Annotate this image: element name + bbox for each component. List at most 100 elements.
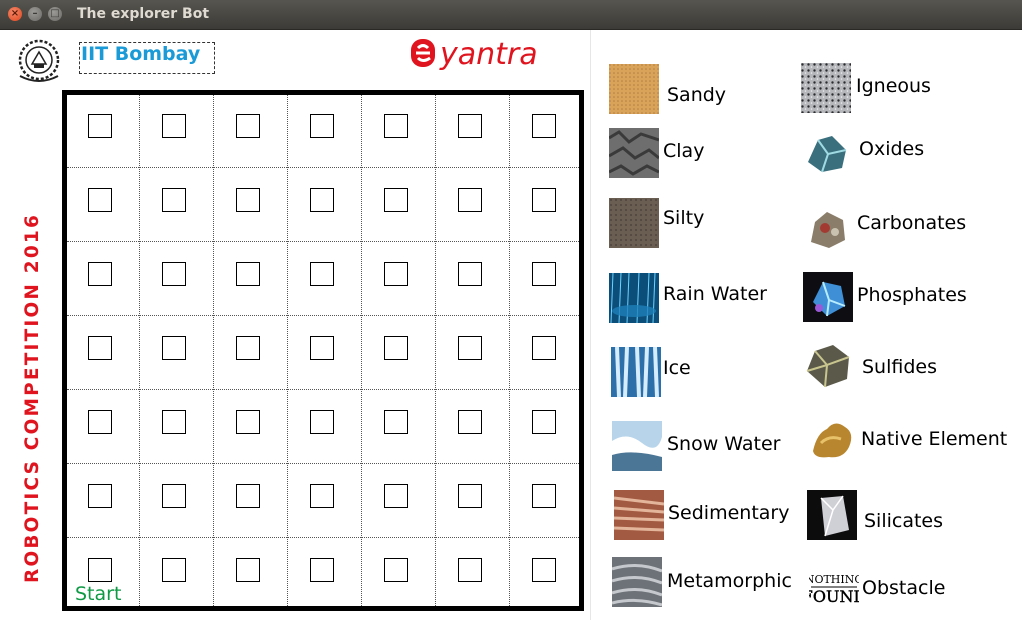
grid-cell[interactable] (236, 336, 260, 360)
grid-line-horizontal (67, 241, 579, 242)
grid-line-horizontal (67, 463, 579, 464)
grid-cell[interactable] (532, 484, 556, 508)
grid-cell[interactable] (310, 558, 334, 582)
grid-cell[interactable] (532, 336, 556, 360)
grid-cell[interactable] (236, 262, 260, 286)
grid-cell[interactable] (88, 484, 112, 508)
window-titlebar: × – □ The explorer Bot (0, 0, 1022, 30)
grid-cell[interactable] (88, 558, 112, 582)
grid-line-vertical (287, 95, 288, 606)
close-window-button[interactable]: × (8, 7, 22, 21)
window-title: The explorer Bot (77, 6, 210, 22)
maximize-window-button[interactable]: □ (48, 7, 62, 21)
grid-cell[interactable] (88, 336, 112, 360)
grid-cell[interactable] (236, 114, 260, 138)
grid-cell[interactable] (310, 114, 334, 138)
grid-cell[interactable] (532, 262, 556, 286)
ice-photo-icon (611, 347, 661, 397)
legend-panel: Sandy Clay Silty Rain Water Ice Snow Water Sed… (600, 30, 1022, 620)
carbonates-mineral-photo-icon (803, 202, 853, 252)
grid-cell[interactable] (384, 484, 408, 508)
legend-label: Obstacle (862, 577, 946, 599)
legend-label: Sedimentary (668, 502, 790, 524)
svg-text:NOTHING: NOTHING (809, 573, 859, 586)
iit-bombay-label: IIT Bombay (79, 42, 215, 74)
legend-label: Sulfides (862, 356, 937, 378)
grid-cell[interactable] (458, 484, 482, 508)
phosphates-mineral-photo-icon (803, 272, 853, 322)
igneous-rock-photo-icon (801, 63, 851, 113)
nothing-found-sign-icon: NOTHINGFOUND (809, 562, 859, 612)
legend-label: Clay (663, 140, 705, 162)
legend-label: Snow Water (667, 433, 781, 455)
legend-label: Sandy (667, 84, 727, 106)
grid-cell[interactable] (458, 558, 482, 582)
grid-cell[interactable] (310, 262, 334, 286)
grid-line-vertical (361, 95, 362, 606)
grid-cell[interactable] (162, 336, 186, 360)
grid-cell[interactable] (532, 188, 556, 212)
grid-cell[interactable] (458, 262, 482, 286)
e-yantra-logo: yantra (411, 37, 538, 72)
legend-label: Silicates (864, 510, 944, 532)
oxides-mineral-photo-icon (802, 128, 852, 178)
grid-line-vertical (213, 95, 214, 606)
native-element-photo-icon (807, 415, 857, 465)
svg-text:yantra: yantra (439, 37, 538, 72)
grid-cell[interactable] (88, 262, 112, 286)
grid-cell[interactable] (236, 188, 260, 212)
app-canvas: IIT Bombay yantra ROBOTICS COMPETITION 2… (0, 30, 1022, 620)
legend-label: Carbonates (857, 212, 967, 234)
grid-cell[interactable] (384, 558, 408, 582)
grid-cell[interactable] (458, 336, 482, 360)
grid-cell[interactable] (310, 188, 334, 212)
arena-panel: IIT Bombay yantra ROBOTICS COMPETITION 2… (0, 30, 591, 620)
grid-line-vertical (509, 95, 510, 606)
iit-bombay-logo (18, 39, 60, 82)
legend-label: Phosphates (857, 284, 967, 306)
grid-cell[interactable] (162, 558, 186, 582)
grid-cell[interactable] (458, 188, 482, 212)
grid-line-horizontal (67, 315, 579, 316)
metamorphic-rock-photo-icon (612, 557, 662, 607)
arena-grid (62, 90, 584, 611)
grid-cell[interactable] (88, 410, 112, 434)
grid-cell[interactable] (236, 410, 260, 434)
grid-cell[interactable] (384, 114, 408, 138)
grid-line-vertical (139, 95, 140, 606)
grid-cell[interactable] (310, 410, 334, 434)
grid-cell[interactable] (310, 484, 334, 508)
grid-cell[interactable] (532, 114, 556, 138)
grid-cell[interactable] (384, 336, 408, 360)
grid-cell[interactable] (384, 262, 408, 286)
grid-cell[interactable] (162, 188, 186, 212)
legend-label: Ice (663, 357, 691, 379)
grid-cell[interactable] (236, 484, 260, 508)
grid-cell[interactable] (162, 410, 186, 434)
grid-cell[interactable] (384, 410, 408, 434)
competition-banner: ROBOTICS COMPETITION 2016 (22, 212, 43, 583)
grid-cell[interactable] (162, 114, 186, 138)
legend-label: Native Element (861, 428, 1008, 450)
grid-cell[interactable] (162, 484, 186, 508)
grid-cell[interactable] (458, 410, 482, 434)
sedimentary-rock-photo-icon (614, 490, 664, 540)
grid-cell[interactable] (458, 114, 482, 138)
grid-cell[interactable] (384, 188, 408, 212)
minimize-window-button[interactable]: – (28, 7, 42, 21)
snow-water-photo-icon (612, 421, 662, 471)
grid-cell[interactable] (88, 114, 112, 138)
grid-cell[interactable] (162, 262, 186, 286)
grid-cell[interactable] (532, 558, 556, 582)
clay-texture-icon (609, 128, 659, 178)
start-label: Start (75, 583, 122, 605)
grid-cell[interactable] (88, 188, 112, 212)
legend-label: Silty (663, 207, 705, 229)
legend-label: Rain Water (663, 283, 767, 305)
sulfides-mineral-photo-icon (803, 341, 853, 391)
svg-text:FOUND: FOUND (809, 587, 859, 606)
grid-cell[interactable] (236, 558, 260, 582)
legend-label: Igneous (856, 75, 931, 97)
grid-cell[interactable] (310, 336, 334, 360)
grid-cell[interactable] (532, 410, 556, 434)
